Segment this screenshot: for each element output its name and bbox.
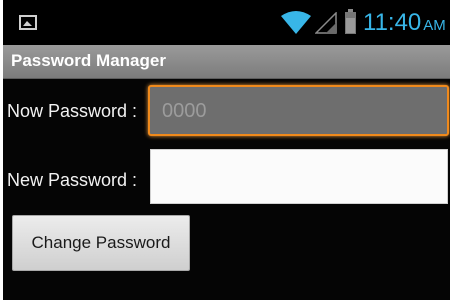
screen-border-right — [450, 0, 454, 304]
now-password-label: Now Password : — [7, 101, 138, 121]
battery-icon — [345, 9, 356, 34]
screen-border-left — [0, 0, 3, 304]
new-password-label: New Password : — [7, 170, 138, 190]
app-screen: 11:40 AM Password Manager Now Password : … — [0, 0, 454, 304]
new-password-input[interactable] — [150, 149, 448, 204]
status-clock: 11:40 AM — [363, 9, 446, 40]
signal-icon — [315, 12, 337, 34]
clock-time: 11:40 — [363, 9, 422, 36]
app-title: Password Manager — [11, 51, 166, 70]
change-password-button-label: Change Password — [31, 233, 171, 252]
now-password-input[interactable]: 0000 — [148, 85, 449, 136]
clock-ampm: AM — [423, 17, 446, 34]
wifi-icon — [281, 11, 311, 34]
title-bar: Password Manager — [3, 45, 450, 79]
screen-border-bottom — [0, 300, 454, 304]
now-password-value: 0000 — [162, 100, 207, 122]
change-password-button[interactable]: Change Password — [12, 215, 190, 271]
status-bar: 11:40 AM — [3, 0, 450, 45]
image-notification-icon — [19, 15, 37, 30]
